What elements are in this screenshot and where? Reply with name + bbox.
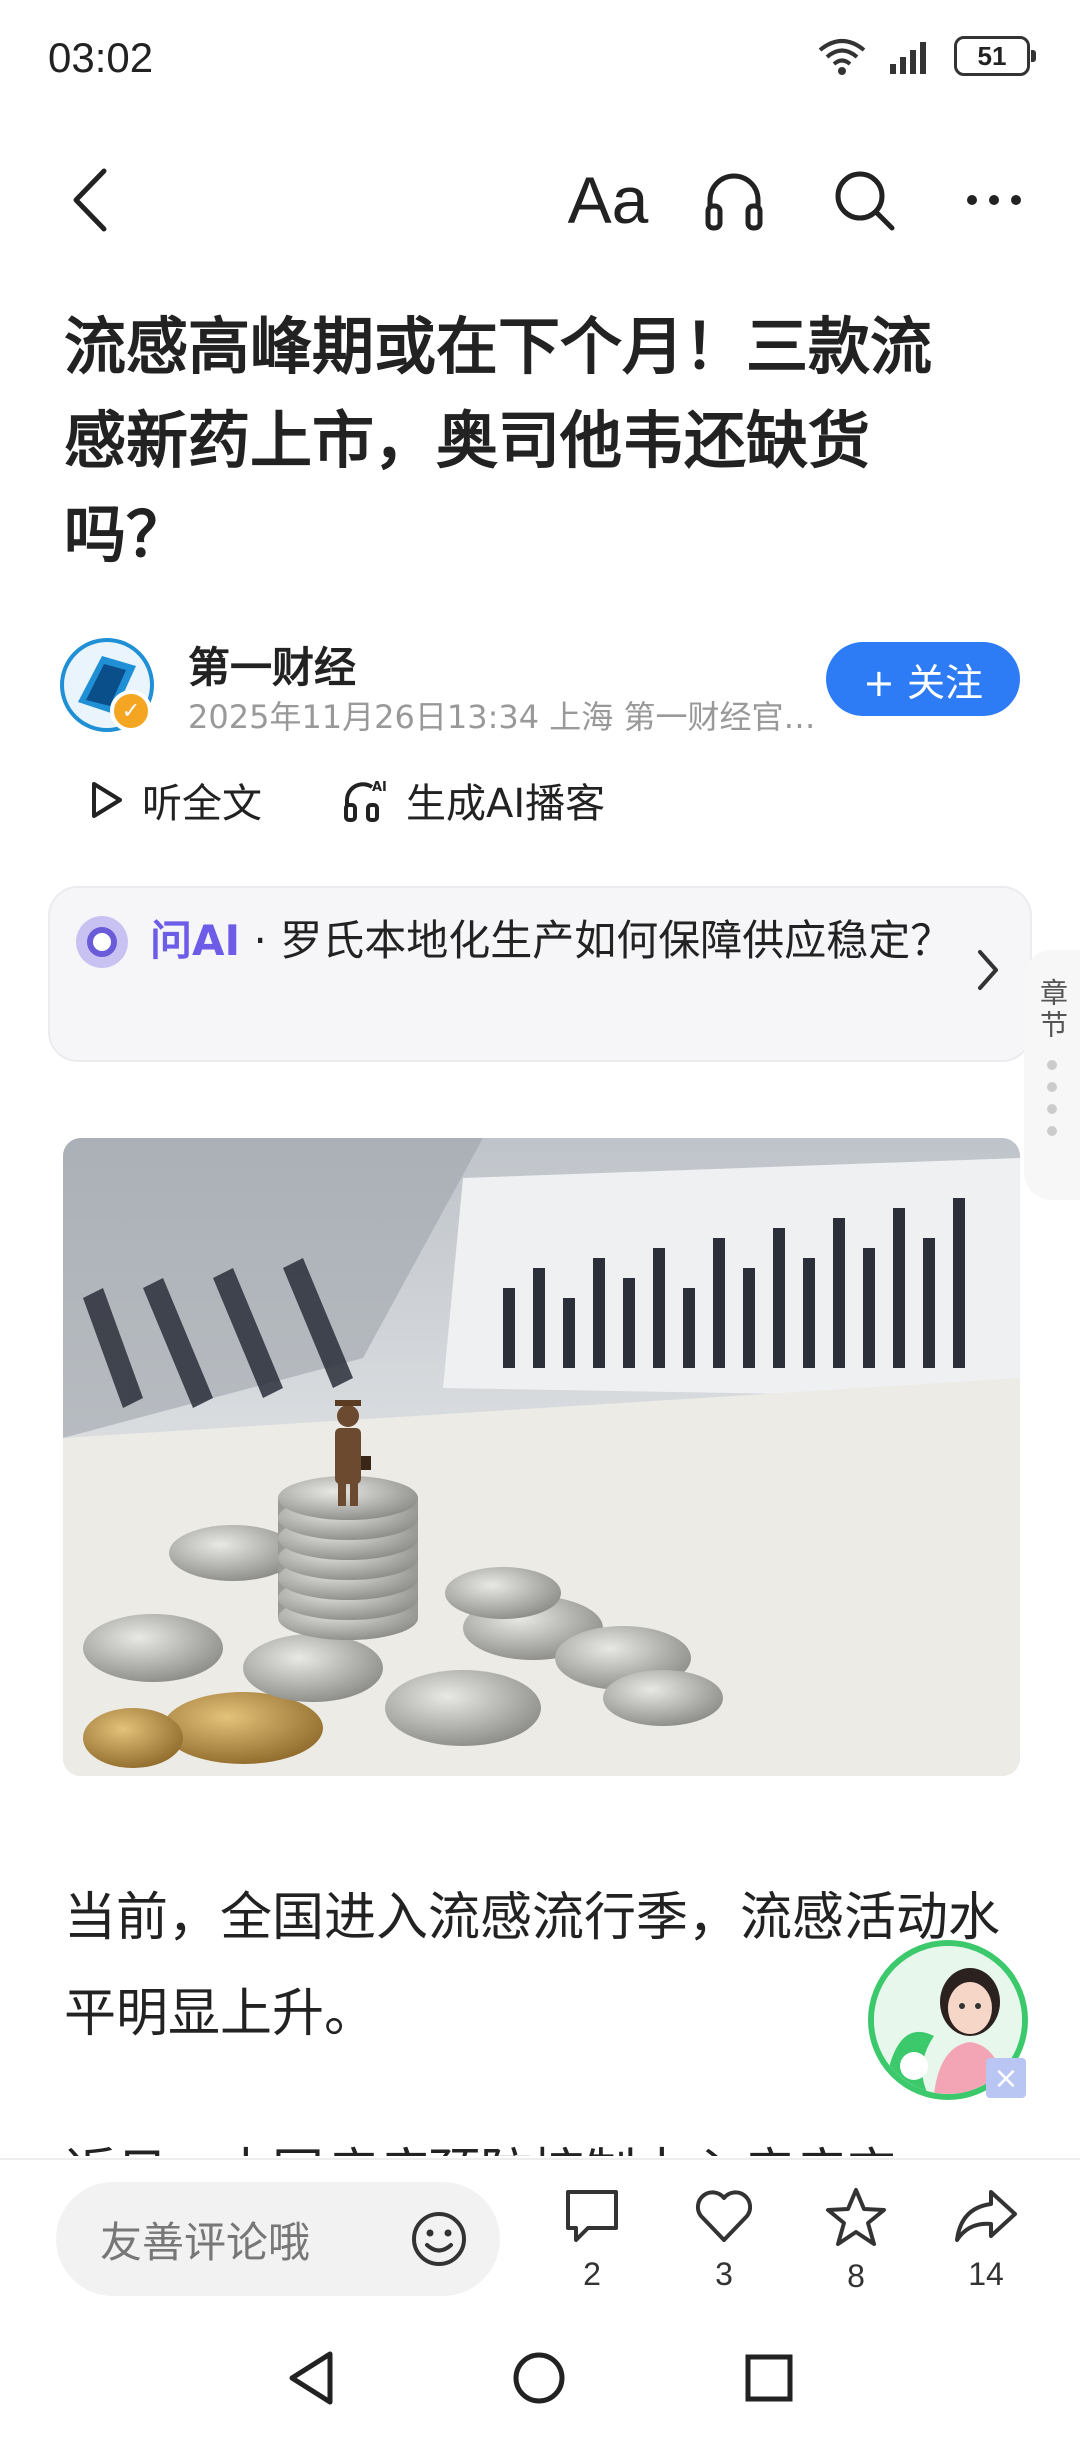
comment-action[interactable]: 2 [542,2186,642,2306]
ai-headphones-icon: AI [344,780,387,822]
chapter-dots [1047,1060,1057,1136]
system-home-button[interactable] [494,2338,584,2418]
heart-icon [695,2190,753,2242]
ask-ai-brand: 问AI [150,916,241,965]
star-icon [826,2188,886,2246]
system-back-button[interactable] [266,2338,356,2418]
comment-icon [566,2190,618,2242]
article-paragraph-1: 当前，全国进入流感流行季，流感活动水平明显上升。 [64,1888,1001,2044]
system-recents-button[interactable] [724,2338,814,2418]
more-dots-icon [967,195,1021,205]
ai-logo-icon [76,916,128,968]
chapter-tab[interactable]: 章节 [1024,950,1080,1200]
headphones-icon [705,173,763,231]
search-button[interactable] [822,140,906,260]
listen-full-label: 听全文 [142,781,262,827]
signal-icon [890,42,926,74]
status-icons: 51 [816,36,1036,76]
system-navigation-bar [0,2320,1080,2440]
article-meta: 2025年11月26日13:34 上海 第一财经官… [188,698,816,736]
bottom-action-bar: 友善评论哦 2 3 8 14 [0,2158,1080,2308]
listen-button[interactable] [692,140,776,260]
play-icon [92,782,122,818]
battery-icon: 51 [954,36,1036,76]
article-title: 流感高峰期或在下个月！三款流感新药上市，奥司他韦还缺货吗？ [64,310,933,571]
svg-text:AI: AI [372,780,387,795]
follow-button[interactable]: + 关注 [826,642,1020,716]
verified-badge-icon: ✓ [110,690,152,732]
author-name[interactable]: 第一财经 [188,634,356,695]
battery-level: 51 [977,40,1007,71]
emoji-icon [412,2212,466,2266]
ai-podcast-button[interactable]: AI 生成AI播客 [342,771,605,829]
coins-figure-illustration [63,1138,1020,1776]
search-icon [835,171,895,231]
like-count: 3 [715,2256,733,2292]
ask-ai-separator: · [240,916,281,965]
ai-podcast-label: 生成AI播客 [406,781,606,827]
font-size-button[interactable]: Aa [558,140,658,260]
share-count: 14 [968,2256,1004,2292]
ask-ai-text: 问AI · 罗氏本地化生产如何保障供应稳定？ [150,910,970,972]
share-arrow-icon [955,2190,1017,2242]
assistant-close-button[interactable]: × [986,2058,1026,2098]
circle-home-icon [513,2352,565,2404]
chevron-left-icon [73,168,107,232]
triangle-back-icon [289,2351,333,2405]
audio-row: 听全文 AI 生成AI播客 [88,770,685,830]
status-bar: 03:02 51 [0,0,1080,120]
share-action[interactable]: 14 [936,2186,1036,2306]
article-paragraph-2-partial: 近日，中国疾病预防控制中心疾病应 [64,2126,1004,2156]
comment-count: 2 [583,2256,601,2292]
article-hero-image[interactable] [63,1138,1020,1776]
favorite-action[interactable]: 8 [806,2186,906,2306]
square-recents-icon [745,2354,793,2402]
wifi-icon [818,39,866,75]
favorite-count: 8 [847,2258,865,2294]
more-button[interactable] [952,140,1036,260]
ask-ai-card[interactable]: 问AI · 罗氏本地化生产如何保障供应稳定？ [48,886,1032,1062]
chevron-right-icon [978,950,998,990]
chapter-label: 章节 [1036,978,1069,1042]
emoji-button[interactable] [410,2210,468,2268]
author-row: ✓ 第一财经 2025年11月26日13:34 上海 第一财经官… + 关注 [60,630,1020,736]
like-action[interactable]: 3 [674,2186,774,2306]
status-time: 03:02 [48,34,154,81]
listen-full-button[interactable]: 听全文 [88,771,262,829]
top-nav: Aa [0,140,1080,260]
ask-ai-question: 罗氏本地化生产如何保障供应稳定？ [280,916,953,965]
back-button[interactable] [50,140,130,260]
